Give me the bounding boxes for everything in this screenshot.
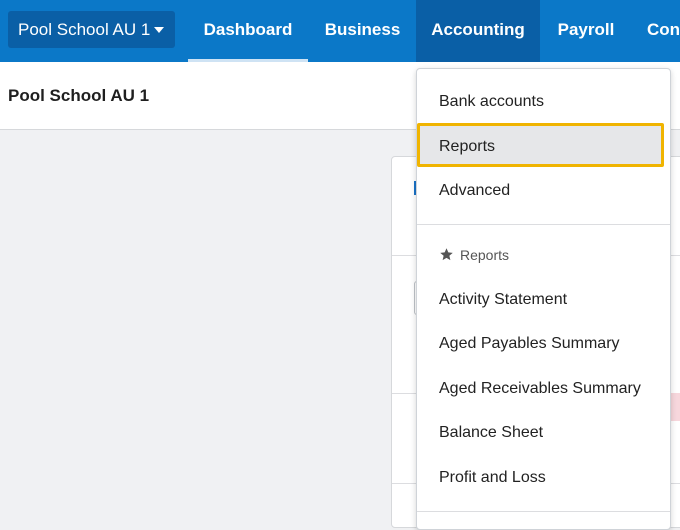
menu-item-aged-receivables-summary[interactable]: Aged Receivables Summary <box>439 380 641 398</box>
star-icon <box>440 248 453 261</box>
menu-item-aged-payables-summary[interactable]: Aged Payables Summary <box>439 335 620 353</box>
menu-section-label: Reports <box>460 247 510 263</box>
menu-item-reports[interactable]: Reports <box>439 138 495 156</box>
top-navigation-bar: Pool School AU 1 Dashboard Business Acco… <box>0 0 680 62</box>
tab-payroll[interactable]: Payroll <box>542 0 630 62</box>
organisation-selector[interactable]: Pool School AU 1 <box>8 11 175 48</box>
page-title: Pool School AU 1 <box>8 86 150 105</box>
menu-divider <box>417 511 670 512</box>
menu-section-reports: Reports <box>439 247 509 263</box>
tab-business[interactable]: Business <box>311 0 414 62</box>
tab-contacts[interactable]: Con <box>636 0 680 62</box>
menu-item-balance-sheet[interactable]: Balance Sheet <box>439 424 543 442</box>
menu-item-advanced[interactable]: Advanced <box>439 182 510 200</box>
tab-accounting[interactable]: Accounting <box>416 0 540 62</box>
accounting-dropdown-menu: Bank accounts Reports Advanced Reports A… <box>416 68 671 530</box>
menu-item-bank-accounts[interactable]: Bank accounts <box>439 93 544 111</box>
tab-dashboard[interactable]: Dashboard <box>188 0 308 62</box>
chevron-down-icon <box>154 27 164 33</box>
organisation-name: Pool School AU 1 <box>18 20 151 39</box>
menu-item-profit-and-loss[interactable]: Profit and Loss <box>439 469 546 487</box>
menu-item-activity-statement[interactable]: Activity Statement <box>439 291 567 309</box>
menu-divider <box>417 224 670 225</box>
